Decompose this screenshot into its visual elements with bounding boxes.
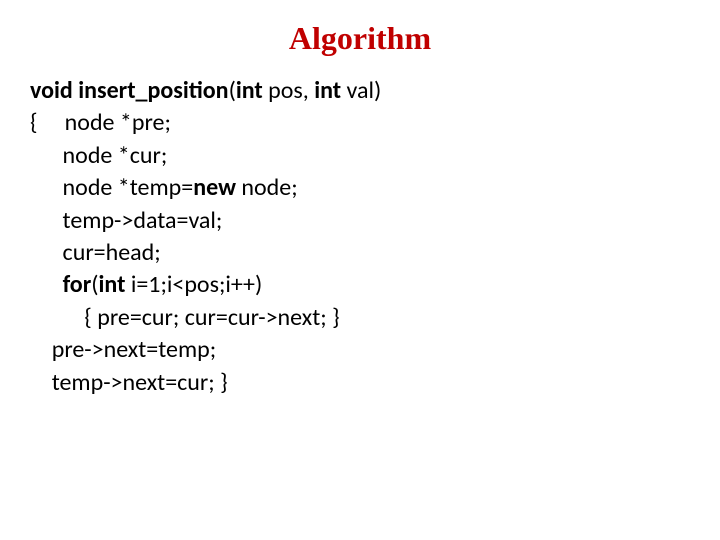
code-text: void insert_position [30,76,229,105]
code-text: node *temp= [30,173,193,202]
code-text: ( [229,76,236,105]
code-text: for [63,270,92,299]
code-line: node *temp=new node; [30,172,690,204]
code-line: for(int i=1;i<pos;i++) [30,269,690,301]
code-text: ( [91,270,98,299]
code-line: temp->data=val; [30,205,690,237]
code-line: cur=head; [30,237,690,269]
slide-title: Algorithm [30,20,690,57]
code-text: new [193,173,236,202]
code-line: pre->next=temp; [30,334,690,366]
code-text: i=1;i<pos;i++) [125,270,262,299]
code-text: pos, [263,76,315,105]
code-line: temp->next=cur; } [30,367,690,399]
code-text [30,270,63,299]
code-line: node *cur; [30,140,690,172]
code-text: int [99,270,126,299]
code-line: { pre=cur; cur=cur->next; } [30,302,690,334]
code-text: val) [341,76,381,105]
code-text: int [314,76,341,105]
code-block: void insert_position(int pos, int val) {… [30,75,690,399]
code-line: { node *pre; [30,107,690,139]
code-line: void insert_position(int pos, int val) [30,75,690,107]
code-text: node; [236,173,298,202]
code-text: int [236,76,263,105]
